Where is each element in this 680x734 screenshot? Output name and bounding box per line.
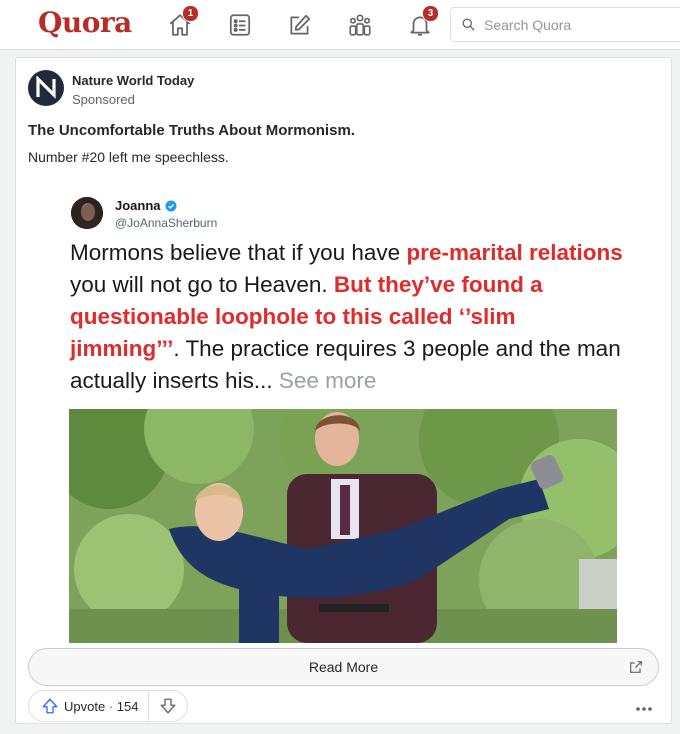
tweet-author-name: Joanna	[115, 198, 177, 213]
spaces-button[interactable]	[345, 10, 375, 40]
external-link-icon	[630, 661, 642, 673]
downvote-button[interactable]	[149, 691, 187, 721]
sponsored-post-card: Nature World Today Sponsored The Uncomfo…	[15, 57, 672, 724]
notifications-button[interactable]: 3	[405, 5, 439, 40]
downvote-arrow-icon	[161, 698, 176, 714]
notifications-badge: 3	[422, 5, 439, 22]
tweet-text-part-2: you will not go to Heaven.	[70, 272, 334, 297]
tweet-text-highlight-1: pre-marital relations	[406, 240, 623, 265]
publisher-n-logo-icon	[36, 76, 56, 99]
search-box[interactable]	[450, 7, 680, 42]
tweet-text-part-1: Mormons believe that if you have	[70, 240, 407, 265]
upvote-button[interactable]: Upvote · 154	[29, 691, 150, 721]
upvote-count: 154	[116, 698, 139, 714]
write-icon	[290, 14, 311, 35]
search-input[interactable]	[482, 15, 676, 34]
sponsored-label: Sponsored	[72, 92, 135, 107]
more-options-button[interactable]	[635, 698, 653, 714]
answer-button[interactable]	[285, 10, 315, 40]
read-more-button[interactable]: Read More	[28, 648, 659, 686]
read-more-label: Read More	[308, 659, 379, 675]
quora-logo[interactable]: Quora	[38, 6, 132, 39]
publisher-name[interactable]: Nature World Today	[72, 73, 194, 88]
post-subline: Number #20 left me speechless.	[28, 149, 229, 165]
tweet-handle: @JoAnnaSherburn	[115, 216, 218, 230]
verified-badge-icon	[165, 200, 177, 211]
home-badge: 1	[182, 5, 199, 22]
ad-photo[interactable]	[69, 409, 617, 643]
answer-list-icon	[229, 14, 251, 36]
see-more-link[interactable]: See more	[279, 368, 377, 393]
post-headline[interactable]: The Uncomfortable Truths About Mormonism…	[28, 122, 355, 139]
upvote-separator: ·	[105, 698, 117, 714]
vote-controls: Upvote · 154	[28, 690, 189, 722]
home-button[interactable]: 1	[165, 5, 199, 40]
upvote-label: Upvote	[64, 698, 106, 714]
publisher-logo[interactable]	[28, 70, 64, 106]
tweet-text: Mormons believe that if you have pre-mar…	[70, 237, 630, 397]
more-dots-icon	[636, 707, 652, 711]
avatar-portrait-icon	[71, 197, 103, 229]
following-button[interactable]	[225, 10, 255, 40]
ad-photo-illustration	[69, 409, 617, 643]
tweet-author-name-text: Joanna	[115, 198, 161, 213]
search-icon	[462, 18, 475, 31]
upvote-arrow-icon	[42, 698, 58, 714]
spaces-icon	[349, 14, 371, 36]
top-navigation-bar: Quora 1 3	[0, 0, 680, 50]
tweet-avatar	[71, 197, 103, 229]
